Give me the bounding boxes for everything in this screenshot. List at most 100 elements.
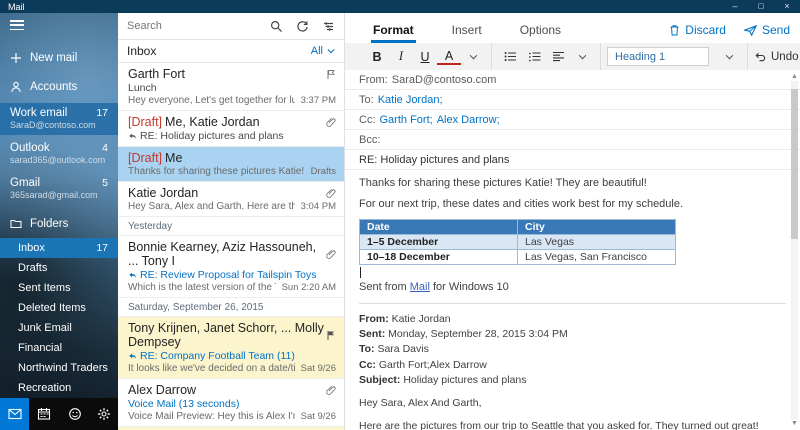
sidebar-item-sent-items[interactable]: Sent Items [0,278,118,298]
hamburger-menu-icon[interactable] [0,13,34,37]
cc-field[interactable]: Cc: Garth Fort; Alex Darrow; [345,110,800,130]
folders-header[interactable]: Folders [0,211,118,236]
email-time: 3:37 PM [301,95,336,106]
accounts-label: Accounts [30,81,77,93]
unread-count-badge: 17 [96,107,108,119]
style-chevron[interactable] [717,47,741,67]
maximize-button[interactable]: ▢ [748,0,774,13]
style-dropdown[interactable]: Heading 1 [607,47,709,66]
accounts-header[interactable]: Accounts [0,74,118,99]
email-sender: Alex Darrow [128,383,196,397]
scrollbar-track[interactable] [791,81,798,420]
quoted-cc: Garth Fort;Alex Darrow [379,359,487,371]
list-item-selected[interactable]: [Draft]Me Thanks for sharing these pictu… [118,147,344,182]
vertical-scrollbar[interactable]: ▲ ▼ [790,73,799,428]
font-color-button[interactable]: A [437,48,461,65]
ribbon-tabs: Format Insert Options Discard Send [345,13,800,43]
sidebar-item-financial[interactable]: Financial [0,338,118,358]
unread-count-badge: 4 [102,142,108,154]
search-icon[interactable] [270,20,283,33]
quoted-to: Sara Davis [377,343,428,355]
sidebar-bottom-bar [0,398,118,430]
subject-field[interactable]: RE: Holiday pictures and plans [345,150,800,170]
paperclip-icon [326,385,336,396]
list-item[interactable]: Alex Darrow Voice Mail (13 seconds) Voic… [118,379,344,427]
cc-recipient[interactable]: Alex Darrow; [437,114,500,126]
account-name: Gmail [10,177,40,189]
filter-dropdown[interactable]: All [311,45,335,57]
list-item[interactable]: Tony Krijnen, Janet Schorr, ... Molly De… [118,317,344,379]
paragraph-options-chevron[interactable] [570,47,594,67]
flag-outline-icon[interactable] [326,69,336,80]
quoted-greeting: Hey Sara, Alex And Garth, [359,396,786,411]
folder-name: Junk Email [18,322,72,334]
font-options-chevron[interactable] [461,47,485,67]
account-email: SaraD@contoso.com [10,120,108,130]
sidebar-account-gmail[interactable]: Gmail5 365sarad@gmail.com [0,173,118,205]
trip-table[interactable]: Date City 1–5 December Las Vegas 10–18 D… [359,219,676,265]
flag-icon[interactable] [326,330,336,341]
mail-nav-button[interactable] [0,398,29,430]
reply-arrow-icon [128,353,137,360]
calendar-nav-button[interactable] [29,398,58,430]
folder-icon [10,218,22,230]
scroll-up-icon[interactable]: ▲ [791,73,798,81]
settings-nav-button[interactable] [89,398,118,430]
email-subject: Voice Mail (13 seconds) [128,398,239,410]
scroll-down-icon[interactable]: ▼ [791,420,798,428]
cc-recipient[interactable]: Garth Fort; [380,114,433,126]
to-field[interactable]: To: Katie Jordan; [345,90,800,110]
list-item[interactable]: Bonnie Kearney, Aziz Hassouneh, ... Tony… [118,236,344,298]
bullet-list-button[interactable] [498,47,522,67]
list-item[interactable]: Garth Fort Lunch Hey everyone, Let's get… [118,63,344,111]
tab-options[interactable]: Options [518,18,563,43]
search-bar[interactable]: Search [118,13,344,40]
feedback-nav-button[interactable] [60,398,89,430]
sidebar-item-junk-email[interactable]: Junk Email [0,318,118,338]
new-mail-button[interactable]: New mail [0,45,118,70]
scrollbar-thumb[interactable] [791,89,798,239]
underline-button[interactable]: U [413,47,437,67]
sidebar-account-outlook[interactable]: Outlook4 sarad365@outlook.com [0,138,118,170]
mail-link[interactable]: Mail [410,281,430,293]
sidebar-item-recreation[interactable]: Recreation [0,378,118,398]
discard-label: Discard [685,23,726,37]
folder-name: Financial [18,342,62,354]
sidebar-item-drafts[interactable]: Drafts [0,258,118,278]
subject-text[interactable]: RE: Holiday pictures and plans [359,154,509,166]
bcc-field[interactable]: Bcc: [345,130,800,150]
list-item[interactable]: Katie Jordan Hey Sara, Alex and Garth. H… [118,182,344,217]
sidebar-item-northwind-traders[interactable]: Northwind Traders [0,358,118,378]
new-mail-label: New mail [30,52,77,64]
sync-icon[interactable] [296,20,309,33]
close-button[interactable]: × [774,0,800,13]
undo-button[interactable]: Undo [754,51,799,63]
send-button[interactable]: Send [744,23,790,37]
mail-app-window: Mail – ▢ × New mail Accounts Work email1… [0,0,800,430]
bold-button[interactable]: B [365,47,389,67]
email-preview: Thanks for sharing these pictures Katie!… [128,166,305,177]
tab-format[interactable]: Format [371,18,416,43]
minimize-button[interactable]: – [722,0,748,13]
align-button[interactable] [546,47,570,67]
tab-insert[interactable]: Insert [450,18,484,43]
search-input[interactable]: Search [127,20,162,32]
folder-name: Deleted Items [18,302,86,314]
paperclip-icon [326,188,336,199]
to-recipient[interactable]: Katie Jordan; [378,94,443,106]
list-item[interactable]: [Draft]Me, Katie Jordan RE: Holiday pict… [118,111,344,147]
discard-button[interactable]: Discard [669,23,726,37]
filter-icon[interactable] [322,20,335,33]
italic-button[interactable]: I [389,47,413,67]
numbered-list-button[interactable] [522,47,546,67]
format-toolbar: B I U A Heading 1 Undo [345,43,800,70]
compose-pane: Format Insert Options Discard Send B I U… [345,13,800,430]
message-body-editor[interactable]: Thanks for sharing these pictures Katie!… [345,170,800,430]
folder-name: Sent Items [18,282,71,294]
sidebar-item-inbox[interactable]: Inbox17 [0,238,118,258]
account-email: sarad365@outlook.com [10,155,108,165]
sidebar-item-deleted-items[interactable]: Deleted Items [0,298,118,318]
text-caret [360,267,361,278]
paperclip-icon [326,117,336,128]
sidebar-account-work-email[interactable]: Work email17 SaraD@contoso.com [0,103,118,135]
